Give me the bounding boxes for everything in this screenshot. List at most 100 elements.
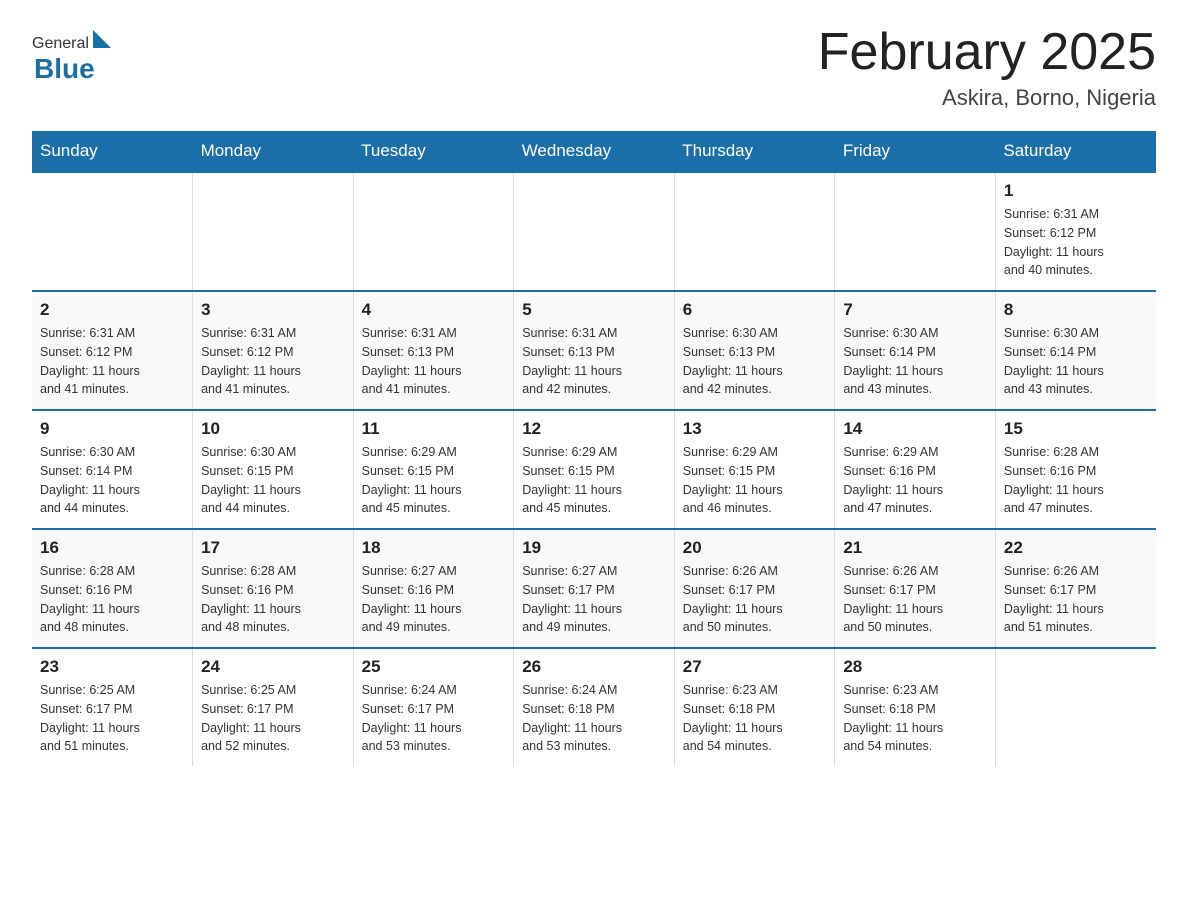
calendar-day-cell: 28 Sunrise: 6:23 AMSunset: 6:18 PMDayligh… — [835, 648, 996, 766]
calendar-day-cell: 25Sunrise: 6:24 AMSunset: 6:17 PMDayligh… — [353, 648, 514, 766]
location-text: Askira, Borno, Nigeria — [818, 85, 1156, 111]
calendar-week-row: 16 Sunrise: 6:28 AMSunset: 6:16 PMDayligh… — [32, 529, 1156, 648]
day-number: 2 — [40, 300, 184, 320]
day-info: Sunrise: 6:30 AMSunset: 6:13 PMDaylight:… — [683, 324, 827, 399]
logo-general-text: General — [32, 35, 89, 53]
month-title: February 2025 — [818, 24, 1156, 81]
day-info: Sunrise: 6:24 AMSunset: 6:18 PMDaylight:… — [522, 681, 666, 756]
calendar-day-cell: 6 Sunrise: 6:30 AMSunset: 6:13 PMDaylight… — [674, 291, 835, 410]
calendar-day-cell — [353, 172, 514, 291]
calendar-day-cell: 16 Sunrise: 6:28 AMSunset: 6:16 PMDayligh… — [32, 529, 193, 648]
day-number: 18 — [362, 538, 506, 558]
calendar-day-cell: 24 Sunrise: 6:25 AMSunset: 6:17 PMDayligh… — [193, 648, 354, 766]
day-info: Sunrise: 6:29 AMSunset: 6:15 PMDaylight:… — [362, 443, 506, 518]
day-number: 13 — [683, 419, 827, 439]
day-info: Sunrise: 6:30 AMSunset: 6:14 PMDaylight:… — [843, 324, 987, 399]
header-monday: Monday — [193, 131, 354, 172]
calendar-day-cell — [835, 172, 996, 291]
calendar-day-cell: 14 Sunrise: 6:29 AMSunset: 6:16 PMDayligh… — [835, 410, 996, 529]
day-number: 6 — [683, 300, 827, 320]
calendar-day-cell: 5 Sunrise: 6:31 AMSunset: 6:13 PMDaylight… — [514, 291, 675, 410]
calendar-day-cell: 22 Sunrise: 6:26 AMSunset: 6:17 PMDayligh… — [995, 529, 1156, 648]
day-info: Sunrise: 6:23 AMSunset: 6:18 PMDaylight:… — [683, 681, 827, 756]
day-info: Sunrise: 6:26 AMSunset: 6:17 PMDaylight:… — [843, 562, 987, 637]
calendar-day-cell: 27 Sunrise: 6:23 AMSunset: 6:18 PMDayligh… — [674, 648, 835, 766]
day-number: 25 — [362, 657, 506, 677]
calendar-day-cell — [514, 172, 675, 291]
day-info: Sunrise: 6:30 AMSunset: 6:14 PMDaylight:… — [40, 443, 184, 518]
calendar-day-cell: 15Sunrise: 6:28 AMSunset: 6:16 PMDayligh… — [995, 410, 1156, 529]
header-thursday: Thursday — [674, 131, 835, 172]
day-number: 3 — [201, 300, 345, 320]
day-info: Sunrise: 6:31 AMSunset: 6:13 PMDaylight:… — [362, 324, 506, 399]
calendar-week-row: 2 Sunrise: 6:31 AMSunset: 6:12 PMDaylight… — [32, 291, 1156, 410]
day-info: Sunrise: 6:30 AMSunset: 6:15 PMDaylight:… — [201, 443, 345, 518]
day-number: 22 — [1004, 538, 1148, 558]
day-number: 24 — [201, 657, 345, 677]
day-info: Sunrise: 6:30 AMSunset: 6:14 PMDaylight:… — [1004, 324, 1148, 399]
day-number: 8 — [1004, 300, 1148, 320]
calendar-day-cell: 21Sunrise: 6:26 AMSunset: 6:17 PMDayligh… — [835, 529, 996, 648]
calendar-day-cell — [995, 648, 1156, 766]
calendar-week-row: 23 Sunrise: 6:25 AMSunset: 6:17 PMDayligh… — [32, 648, 1156, 766]
day-info: Sunrise: 6:31 AMSunset: 6:13 PMDaylight:… — [522, 324, 666, 399]
calendar-day-cell: 2 Sunrise: 6:31 AMSunset: 6:12 PMDaylight… — [32, 291, 193, 410]
day-number: 5 — [522, 300, 666, 320]
day-number: 7 — [843, 300, 987, 320]
calendar-day-cell: 23 Sunrise: 6:25 AMSunset: 6:17 PMDayligh… — [32, 648, 193, 766]
day-number: 12 — [522, 419, 666, 439]
day-number: 26 — [522, 657, 666, 677]
day-info: Sunrise: 6:31 AMSunset: 6:12 PMDaylight:… — [201, 324, 345, 399]
day-info: Sunrise: 6:29 AMSunset: 6:16 PMDaylight:… — [843, 443, 987, 518]
day-number: 23 — [40, 657, 184, 677]
logo: General Blue — [32, 24, 111, 85]
page-header: General Blue February 2025 Askira, Borno… — [32, 24, 1156, 111]
day-info: Sunrise: 6:27 AMSunset: 6:16 PMDaylight:… — [362, 562, 506, 637]
day-number: 28 — [843, 657, 987, 677]
day-number: 9 — [40, 419, 184, 439]
day-info: Sunrise: 6:31 AMSunset: 6:12 PMDaylight:… — [40, 324, 184, 399]
day-info: Sunrise: 6:25 AMSunset: 6:17 PMDaylight:… — [40, 681, 184, 756]
calendar-day-cell: 12 Sunrise: 6:29 AMSunset: 6:15 PMDayligh… — [514, 410, 675, 529]
header-wednesday: Wednesday — [514, 131, 675, 172]
calendar-table: Sunday Monday Tuesday Wednesday Thursday… — [32, 131, 1156, 766]
calendar-body: 1Sunrise: 6:31 AMSunset: 6:12 PMDaylight… — [32, 172, 1156, 766]
day-number: 17 — [201, 538, 345, 558]
header-saturday: Saturday — [995, 131, 1156, 172]
day-number: 19 — [522, 538, 666, 558]
day-info: Sunrise: 6:31 AMSunset: 6:12 PMDaylight:… — [1004, 205, 1148, 280]
calendar-day-cell: 11 Sunrise: 6:29 AMSunset: 6:15 PMDayligh… — [353, 410, 514, 529]
day-info: Sunrise: 6:29 AMSunset: 6:15 PMDaylight:… — [683, 443, 827, 518]
calendar-day-cell: 4 Sunrise: 6:31 AMSunset: 6:13 PMDaylight… — [353, 291, 514, 410]
calendar-day-cell — [674, 172, 835, 291]
day-info: Sunrise: 6:28 AMSunset: 6:16 PMDaylight:… — [1004, 443, 1148, 518]
calendar-day-cell: 20Sunrise: 6:26 AMSunset: 6:17 PMDayligh… — [674, 529, 835, 648]
day-info: Sunrise: 6:28 AMSunset: 6:16 PMDaylight:… — [201, 562, 345, 637]
weekday-header-row: Sunday Monday Tuesday Wednesday Thursday… — [32, 131, 1156, 172]
day-info: Sunrise: 6:25 AMSunset: 6:17 PMDaylight:… — [201, 681, 345, 756]
day-info: Sunrise: 6:23 AMSunset: 6:18 PMDaylight:… — [843, 681, 987, 756]
header-friday: Friday — [835, 131, 996, 172]
logo-blue-text: Blue — [34, 53, 95, 85]
calendar-header: Sunday Monday Tuesday Wednesday Thursday… — [32, 131, 1156, 172]
header-tuesday: Tuesday — [353, 131, 514, 172]
day-number: 14 — [843, 419, 987, 439]
calendar-week-row: 9 Sunrise: 6:30 AMSunset: 6:14 PMDaylight… — [32, 410, 1156, 529]
calendar-day-cell: 18 Sunrise: 6:27 AMSunset: 6:16 PMDayligh… — [353, 529, 514, 648]
calendar-day-cell: 3 Sunrise: 6:31 AMSunset: 6:12 PMDaylight… — [193, 291, 354, 410]
day-info: Sunrise: 6:26 AMSunset: 6:17 PMDaylight:… — [683, 562, 827, 637]
day-number: 11 — [362, 419, 506, 439]
calendar-day-cell: 26 Sunrise: 6:24 AMSunset: 6:18 PMDayligh… — [514, 648, 675, 766]
day-number: 16 — [40, 538, 184, 558]
day-number: 4 — [362, 300, 506, 320]
day-info: Sunrise: 6:29 AMSunset: 6:15 PMDaylight:… — [522, 443, 666, 518]
day-info: Sunrise: 6:28 AMSunset: 6:16 PMDaylight:… — [40, 562, 184, 637]
day-number: 27 — [683, 657, 827, 677]
calendar-week-row: 1Sunrise: 6:31 AMSunset: 6:12 PMDaylight… — [32, 172, 1156, 291]
logo-arrow-icon — [93, 30, 111, 48]
calendar-day-cell: 17 Sunrise: 6:28 AMSunset: 6:16 PMDayligh… — [193, 529, 354, 648]
day-info: Sunrise: 6:27 AMSunset: 6:17 PMDaylight:… — [522, 562, 666, 637]
calendar-day-cell — [193, 172, 354, 291]
day-info: Sunrise: 6:26 AMSunset: 6:17 PMDaylight:… — [1004, 562, 1148, 637]
calendar-day-cell: 8 Sunrise: 6:30 AMSunset: 6:14 PMDaylight… — [995, 291, 1156, 410]
